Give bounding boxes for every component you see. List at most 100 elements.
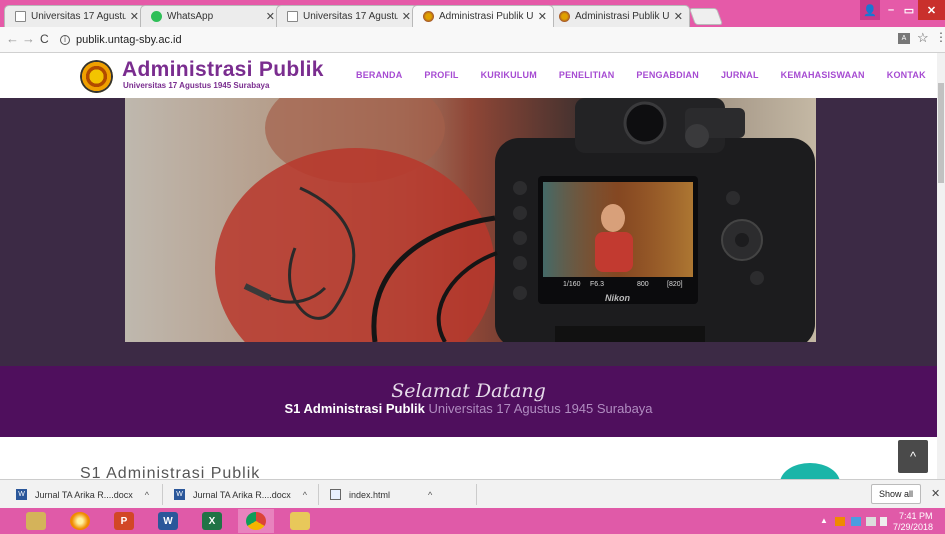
lcd-shots-readout: [820] — [667, 281, 683, 288]
browser-tab[interactable]: Administrasi Publik Unta ✕ — [548, 5, 690, 27]
close-tab-icon[interactable]: ✕ — [538, 10, 547, 23]
tab-title: Universitas 17 Agustus 1 — [31, 11, 126, 22]
nav-kontak[interactable]: KONTAK — [887, 70, 926, 80]
minimize-icon[interactable]: – — [882, 0, 900, 20]
clock-date[interactable]: 7/29/2018 — [893, 522, 933, 532]
lcd-aperture-readout: F6.3 — [590, 281, 605, 288]
close-tab-icon[interactable]: ✕ — [130, 10, 139, 23]
volume-icon[interactable] — [880, 517, 887, 526]
page-viewport: Administrasi Publik Universitas 17 Agust… — [0, 53, 937, 479]
flag-icon[interactable] — [835, 517, 845, 526]
close-tab-icon[interactable]: ✕ — [674, 10, 683, 23]
network-icon[interactable] — [851, 517, 861, 526]
nav-jurnal[interactable]: JURNAL — [721, 70, 759, 80]
close-downloads-icon[interactable]: ✕ — [931, 487, 940, 500]
download-filename[interactable]: Jurnal TA Arika R....docx — [35, 490, 133, 500]
browser-toolbar: ← → C i publik.untag-sby.ac.id A ☆ ⋮ — [0, 27, 945, 53]
address-bar[interactable]: i publik.untag-sby.ac.id — [60, 30, 850, 49]
program-name: S1 Administrasi Publik — [284, 401, 425, 416]
word-taskbar-button[interactable]: W — [150, 509, 186, 533]
close-tab-icon[interactable]: ✕ — [402, 10, 411, 23]
section-heading: S1 Administrasi Publik — [80, 465, 261, 479]
chevron-up-icon[interactable]: ^ — [145, 490, 149, 500]
file-explorer-icon — [26, 512, 46, 530]
media-player-icon — [70, 512, 90, 530]
powerpoint-icon: P — [114, 512, 134, 530]
chrome-taskbar-button[interactable] — [238, 509, 274, 533]
nav-beranda[interactable]: BERANDA — [356, 70, 402, 80]
welcome-banner: Selamat Datang S1 Administrasi Publik Un… — [0, 366, 937, 437]
translate-icon[interactable]: A — [898, 33, 910, 44]
camera-photo — [215, 98, 815, 342]
info-icon[interactable]: i — [60, 34, 70, 45]
browser-tab-active[interactable]: Administrasi Publik Unta ✕ — [412, 5, 554, 27]
download-item[interactable]: W Jurnal TA Arika R....docx ^ — [174, 486, 307, 503]
url-text[interactable]: publik.untag-sby.ac.id — [76, 34, 182, 46]
word-doc-icon: W — [16, 489, 27, 500]
camera-brand-label: Nikon — [605, 293, 631, 303]
forward-arrow-icon[interactable]: → — [22, 31, 35, 46]
user-profile-icon[interactable]: 👤 — [860, 0, 880, 20]
divider — [162, 484, 163, 505]
document-icon — [15, 11, 26, 22]
reload-icon[interactable]: C — [40, 32, 49, 46]
browser-tab-strip: Universitas 17 Agustus 1 ✕ WhatsApp ✕ Un… — [0, 0, 945, 27]
folder-taskbar-button[interactable] — [282, 509, 318, 533]
nav-penelitian[interactable]: PENELITIAN — [559, 70, 615, 80]
signal-icon[interactable] — [866, 517, 876, 526]
nav-profil[interactable]: PROFIL — [424, 70, 458, 80]
word-doc-icon: W — [174, 489, 185, 500]
tray-expand-icon[interactable]: ▲ — [820, 516, 828, 525]
downloads-bar: W Jurnal TA Arika R....docx ^ W Jurnal T… — [0, 479, 945, 508]
site-title[interactable]: Administrasi Publik — [122, 58, 324, 82]
browser-menu-icon[interactable]: ⋮ — [935, 30, 945, 44]
download-item[interactable]: index.html ^ — [330, 486, 432, 503]
excel-taskbar-button[interactable]: X — [194, 509, 230, 533]
nav-pengabdian[interactable]: PENGABDIAN — [636, 70, 699, 80]
page-scrollbar[interactable] — [937, 53, 945, 479]
media-player-taskbar-button[interactable] — [62, 509, 98, 533]
chrome-icon — [246, 512, 266, 530]
browser-tab[interactable]: Universitas 17 Agustus 1 ✕ — [4, 5, 146, 27]
clock-time[interactable]: 7:41 PM — [899, 511, 933, 521]
lcd-shutter-readout: 1/160 — [563, 281, 581, 288]
divider — [318, 484, 319, 505]
browser-tab[interactable]: Universitas 17 Agustus 1 ✕ — [276, 5, 418, 27]
show-all-downloads-button[interactable]: Show all — [871, 484, 921, 504]
university-logo[interactable] — [80, 60, 113, 93]
welcome-subline: S1 Administrasi Publik Universitas 17 Ag… — [0, 401, 937, 416]
tab-title: Universitas 17 Agustus 1 — [303, 11, 398, 22]
new-tab-button[interactable] — [688, 8, 724, 25]
download-filename[interactable]: Jurnal TA Arika R....docx — [193, 490, 291, 500]
maximize-icon[interactable]: ▭ — [900, 0, 918, 20]
lcd-iso-readout: 800 — [637, 281, 649, 288]
site-header: Administrasi Publik Universitas 17 Agust… — [0, 53, 937, 98]
download-item[interactable]: W Jurnal TA Arika R....docx ^ — [16, 486, 149, 503]
html-file-icon — [330, 489, 341, 500]
tab-title: Administrasi Publik Unta — [575, 11, 670, 22]
bookmark-star-icon[interactable]: ☆ — [917, 30, 929, 46]
nav-kurikulum[interactable]: KURIKULUM — [481, 70, 537, 80]
powerpoint-taskbar-button[interactable]: P — [106, 509, 142, 533]
untag-logo-icon — [423, 11, 434, 22]
whatsapp-icon — [151, 11, 162, 22]
site-subtitle: Universitas 17 Agustus 1945 Surabaya — [123, 81, 270, 90]
university-name: Universitas 17 Agustus 1945 Surabaya — [428, 401, 653, 416]
download-filename[interactable]: index.html — [349, 490, 390, 500]
hero-image: 1/160 F6.3 800 [820] Nikon — [125, 98, 816, 342]
tab-title: WhatsApp — [167, 11, 214, 22]
scrollbar-thumb[interactable] — [938, 83, 944, 183]
windows-taskbar: P W X ▲ 7:41 PM 7/29/2018 — [0, 508, 945, 534]
chevron-up-icon[interactable]: ^ — [303, 490, 307, 500]
nav-kemahasiswaan[interactable]: KEMAHASISWAAN — [781, 70, 865, 80]
chevron-up-icon[interactable]: ^ — [428, 490, 432, 500]
untag-logo-icon — [559, 11, 570, 22]
close-window-icon[interactable]: ✕ — [918, 0, 945, 20]
back-to-top-button[interactable]: ^ — [898, 440, 928, 473]
back-arrow-icon[interactable]: ← — [6, 31, 19, 46]
browser-tab[interactable]: WhatsApp ✕ — [140, 5, 282, 27]
file-explorer-taskbar-button[interactable] — [18, 509, 54, 533]
tab-title: Administrasi Publik Unta — [439, 11, 534, 22]
chat-widget-button[interactable] — [780, 463, 840, 479]
close-tab-icon[interactable]: ✕ — [266, 10, 275, 23]
